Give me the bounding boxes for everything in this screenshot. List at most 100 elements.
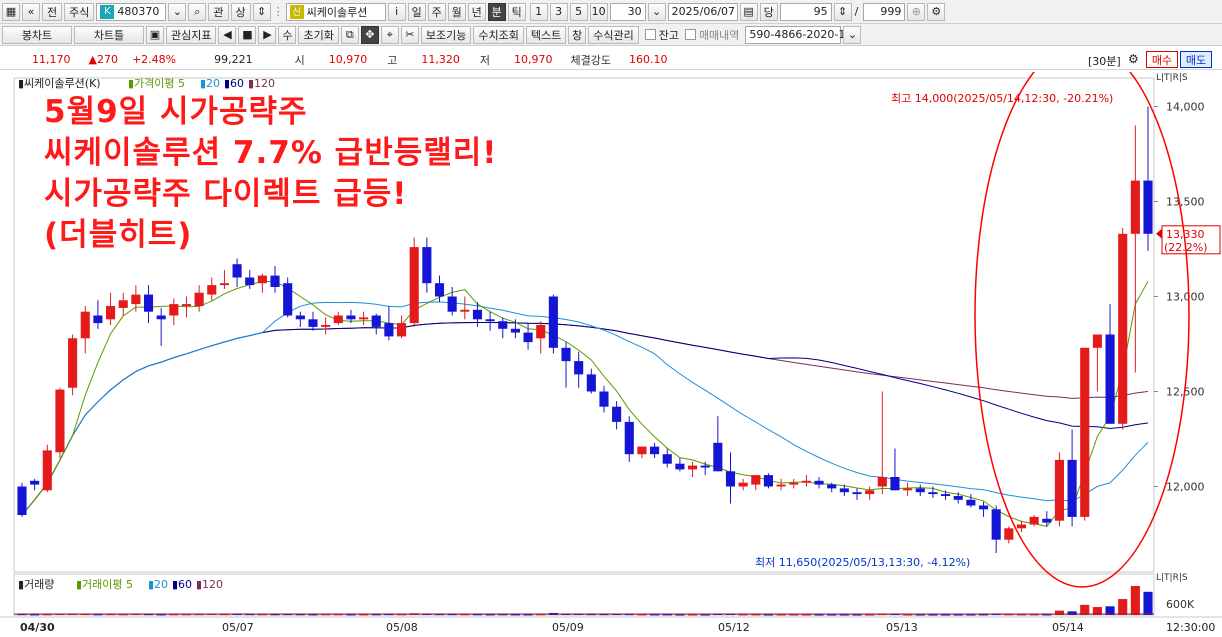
period-tick[interactable]: 틱 bbox=[507, 2, 526, 21]
count-separator: / bbox=[854, 5, 859, 18]
open-label: 시 bbox=[294, 53, 305, 67]
settings-gear-icon[interactable]: ⚙ bbox=[1128, 52, 1139, 66]
candle-body bbox=[561, 347, 571, 362]
volume-bar bbox=[485, 614, 495, 616]
volume-bar bbox=[1118, 599, 1128, 615]
text-button[interactable]: 텍스트 bbox=[525, 25, 567, 44]
volume-bar bbox=[650, 614, 660, 616]
interval-5[interactable]: 5 bbox=[569, 2, 588, 21]
prev-icon[interactable]: ◀ bbox=[218, 25, 237, 44]
aux-function-button[interactable]: 보조기능 bbox=[420, 25, 472, 44]
candle-body bbox=[346, 315, 356, 320]
candle-chart-button[interactable]: 봉차트 bbox=[2, 25, 72, 44]
volume-bar bbox=[510, 614, 520, 616]
dang-button[interactable]: 당 bbox=[759, 2, 778, 21]
stock-code-input[interactable]: K 480370 bbox=[96, 2, 167, 21]
candle-body bbox=[1130, 180, 1140, 234]
trade-history-checkbox[interactable] bbox=[684, 29, 696, 40]
candle-body bbox=[928, 492, 938, 495]
info-button[interactable]: i bbox=[387, 2, 406, 21]
watchlist-button[interactable]: 관 bbox=[208, 2, 229, 21]
period-tag: [30분] bbox=[1088, 55, 1121, 68]
balance-label: 잔고 bbox=[658, 28, 679, 42]
count-spin-icon[interactable]: ⇕ bbox=[833, 2, 852, 21]
candle-body bbox=[865, 490, 875, 495]
copy-icon[interactable]: ⧉ bbox=[340, 25, 359, 44]
period-minute[interactable]: 분 bbox=[487, 2, 506, 21]
interval-dropdown-icon[interactable]: ⌄ bbox=[647, 2, 666, 21]
min-price-annotation: 최저 11,650(2025/05/13,13:30, -4.12%) bbox=[755, 556, 970, 569]
interval-10[interactable]: 10 bbox=[589, 2, 608, 21]
pin-icon[interactable]: ⌖ bbox=[380, 25, 399, 44]
candle-body bbox=[68, 338, 78, 388]
grid-icon[interactable]: ▦ bbox=[2, 2, 20, 21]
save-icon[interactable]: ▣ bbox=[146, 25, 164, 44]
interval-3[interactable]: 3 bbox=[549, 2, 568, 21]
next-icon[interactable]: ▶ bbox=[258, 25, 277, 44]
volume-bar bbox=[801, 614, 811, 616]
candle-body bbox=[42, 450, 52, 491]
period-day[interactable]: 일 bbox=[407, 2, 426, 21]
interval-input[interactable]: 30 bbox=[609, 2, 646, 21]
candle-body bbox=[713, 442, 723, 472]
zoom-icon[interactable]: ⊕ bbox=[907, 2, 926, 21]
count-input[interactable]: 95 bbox=[779, 2, 832, 21]
search-icon[interactable]: ⌕ bbox=[188, 2, 207, 21]
market-select[interactable]: 주식 bbox=[64, 2, 95, 21]
reset-button[interactable]: 초기화 bbox=[298, 25, 339, 44]
stop-icon[interactable]: ■ bbox=[238, 25, 257, 44]
open-value: 10,970 bbox=[328, 53, 368, 66]
calendar-icon[interactable]: ▤ bbox=[739, 2, 758, 21]
candle-body bbox=[447, 296, 457, 312]
spin-icon[interactable]: ⇕ bbox=[252, 2, 271, 21]
current-price: 11,170 bbox=[32, 53, 71, 66]
candle-body bbox=[207, 285, 217, 295]
account-select[interactable]: 590-4866-2020-1 bbox=[745, 25, 845, 44]
crosshair-icon[interactable]: ✥ bbox=[360, 25, 379, 44]
price-change: ▲270 bbox=[88, 53, 118, 66]
sell-tab[interactable]: 매도 bbox=[1180, 51, 1212, 68]
scissors-icon[interactable]: ✂ bbox=[400, 25, 419, 44]
stock-name-field[interactable]: 신 씨케이솔루션 bbox=[285, 2, 386, 21]
volume-bar bbox=[156, 614, 166, 616]
account-dropdown-icon[interactable]: ⌄ bbox=[843, 25, 862, 44]
total-input[interactable]: 999 bbox=[863, 2, 906, 21]
candle-body bbox=[776, 484, 786, 487]
period-year[interactable]: 년 bbox=[467, 2, 486, 21]
candle-body bbox=[1143, 180, 1153, 234]
window-button[interactable]: 창 bbox=[568, 25, 587, 44]
sang-button[interactable]: 상 bbox=[230, 2, 251, 21]
jeon-button[interactable]: 전 bbox=[42, 2, 63, 21]
gear-icon[interactable]: ⚙ bbox=[927, 2, 946, 21]
chart-frame-button[interactable]: 차트틀 bbox=[74, 25, 144, 44]
volume-tick-label: 600K bbox=[1166, 598, 1195, 611]
chevron-down-icon[interactable]: ⌄ bbox=[168, 2, 187, 21]
candle-body bbox=[877, 477, 887, 487]
candle-body bbox=[991, 509, 1001, 540]
period-week[interactable]: 주 bbox=[427, 2, 446, 21]
formula-manager-button[interactable]: 수식관리 bbox=[588, 25, 639, 44]
candle-body bbox=[485, 319, 495, 322]
interval-1[interactable]: 1 bbox=[529, 2, 548, 21]
volume-bar bbox=[662, 614, 672, 616]
candle-body bbox=[548, 296, 558, 348]
price-change-pct: +2.48% bbox=[131, 53, 177, 66]
date-input[interactable]: 2025/06/07 bbox=[667, 2, 738, 21]
candle-body bbox=[1054, 459, 1064, 521]
indicator-button[interactable]: 관심지표 bbox=[166, 25, 217, 44]
double-up-icon[interactable]: « bbox=[22, 2, 40, 21]
volume-bar bbox=[763, 614, 774, 616]
volume-bar bbox=[814, 614, 824, 616]
candle-body bbox=[308, 319, 318, 327]
value-lookup-button[interactable]: 수치조회 bbox=[473, 25, 524, 44]
period-month[interactable]: 월 bbox=[447, 2, 466, 21]
candle-body bbox=[143, 294, 154, 312]
volume-bar bbox=[915, 614, 925, 616]
volume-bar bbox=[687, 614, 698, 616]
balance-checkbox[interactable] bbox=[644, 29, 656, 40]
su-button[interactable]: 수 bbox=[278, 25, 297, 44]
buy-tab[interactable]: 매수 bbox=[1146, 51, 1178, 68]
candle-body bbox=[725, 471, 736, 487]
scale-tag-top: L|T|R|S bbox=[1156, 73, 1188, 83]
candle-body bbox=[675, 463, 685, 470]
